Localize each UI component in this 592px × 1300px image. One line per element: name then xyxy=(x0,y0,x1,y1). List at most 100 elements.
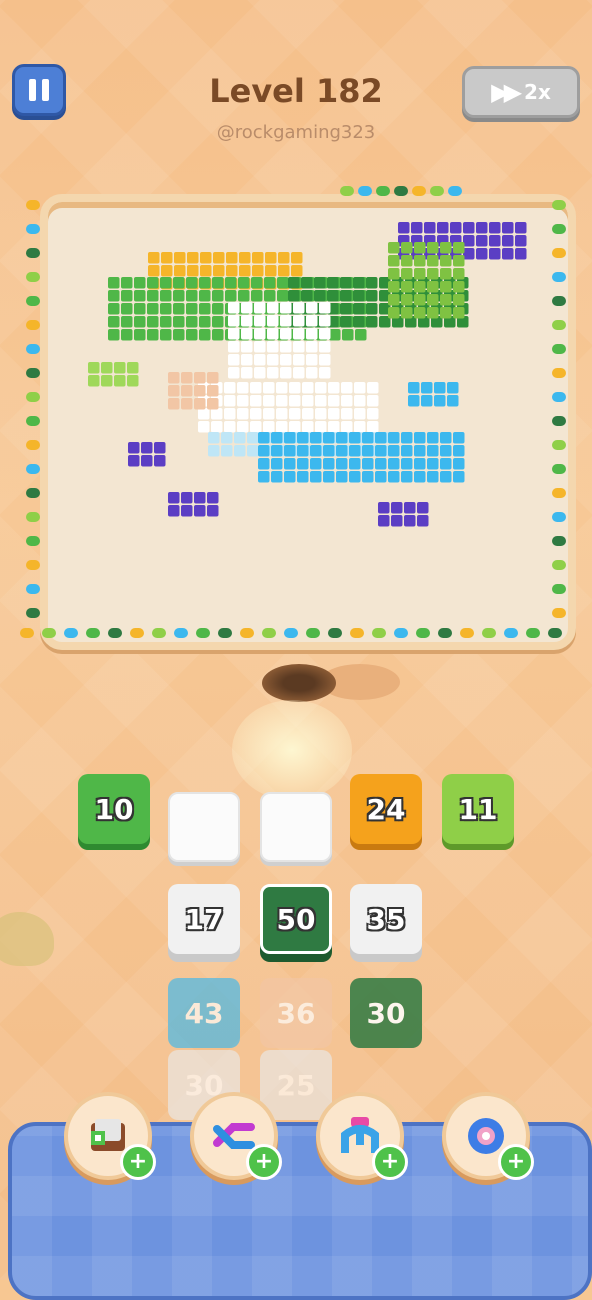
pixel-block xyxy=(354,395,366,407)
slot-1[interactable]: 10 xyxy=(78,774,150,844)
pixel-block xyxy=(306,367,318,379)
ant xyxy=(482,628,496,638)
pixel-block xyxy=(315,382,327,394)
pixel-block xyxy=(315,408,327,420)
pixel-block xyxy=(293,315,305,327)
stack-tile-25[interactable]: 25 xyxy=(260,1050,332,1120)
pixel-block xyxy=(154,442,166,454)
pixel-block xyxy=(267,367,279,379)
pixel-block xyxy=(238,277,250,289)
pixel-block xyxy=(289,395,301,407)
ant xyxy=(26,608,40,618)
pixel-block xyxy=(198,421,210,433)
pixel-block xyxy=(388,432,400,444)
pixel-block xyxy=(388,471,400,483)
pixel-block xyxy=(306,328,318,340)
pixel-block xyxy=(228,367,240,379)
ant xyxy=(552,440,566,450)
pixel-block xyxy=(293,302,305,314)
powerup-shuffle[interactable]: + xyxy=(190,1092,282,1180)
pixel-block xyxy=(225,290,237,302)
stack-tile-35[interactable]: 35 xyxy=(350,884,422,954)
pixel-block xyxy=(319,302,331,314)
pixel-block xyxy=(401,281,413,293)
pixel-block xyxy=(212,316,224,328)
pixel-block xyxy=(297,445,309,457)
pixel-block xyxy=(280,354,292,366)
pixel-block xyxy=(168,385,180,397)
stack-tile-30-green[interactable]: 30 xyxy=(350,978,422,1048)
pixel-block xyxy=(280,302,292,314)
slot-5[interactable]: 11 xyxy=(442,774,514,844)
slot-4[interactable]: 24 xyxy=(350,774,422,844)
pixel-block xyxy=(173,290,185,302)
pixel-block xyxy=(367,421,379,433)
pixel-block xyxy=(353,316,365,328)
ant xyxy=(328,628,342,638)
slot-3-empty[interactable] xyxy=(260,792,332,862)
pixel-block xyxy=(199,329,211,341)
powerup-add-slot[interactable]: + xyxy=(64,1092,156,1180)
pixel-block xyxy=(427,268,439,280)
pixel-block xyxy=(502,235,514,247)
speed-button[interactable]: ▶▶ 2x xyxy=(462,66,580,118)
pixel-block xyxy=(276,421,288,433)
pixel-block xyxy=(328,382,340,394)
pixel-block xyxy=(187,265,199,277)
pixel-block xyxy=(160,329,172,341)
ant xyxy=(218,628,232,638)
pixel-block xyxy=(414,307,426,319)
ant xyxy=(552,416,566,426)
pixel-block xyxy=(306,315,318,327)
slot-2-empty[interactable] xyxy=(168,792,240,862)
pixel-block xyxy=(341,395,353,407)
pixel-block xyxy=(401,294,413,306)
pixel-block xyxy=(212,303,224,315)
pixel-block xyxy=(127,375,139,387)
pixel-block xyxy=(515,235,527,247)
pixel-block xyxy=(340,290,352,302)
pixel-block xyxy=(388,307,400,319)
stack-tile-17[interactable]: 17 xyxy=(168,884,240,954)
ant xyxy=(552,512,566,522)
pixel-block xyxy=(101,375,113,387)
pixel-block xyxy=(224,395,236,407)
stack-tile-50[interactable]: 50 xyxy=(260,884,332,954)
pixel-block xyxy=(502,248,514,260)
pixel-block xyxy=(310,458,322,470)
pixel-block xyxy=(336,432,348,444)
ant xyxy=(26,512,40,522)
pixel-block xyxy=(366,277,378,289)
pixel-block xyxy=(238,290,250,302)
ant xyxy=(108,628,122,638)
pixel-block xyxy=(427,445,439,457)
pixel-block xyxy=(367,395,379,407)
pixel-block xyxy=(319,328,331,340)
pixel-block xyxy=(213,252,225,264)
pixel-block xyxy=(302,408,314,420)
pixel-block xyxy=(250,382,262,394)
pixel-block xyxy=(254,341,266,353)
pixel-block xyxy=(194,505,206,517)
pixel-block xyxy=(237,421,249,433)
pixel-block xyxy=(181,372,193,384)
ant xyxy=(460,628,474,638)
pixel-block xyxy=(362,458,374,470)
pixel-block xyxy=(434,395,446,407)
ant xyxy=(552,368,566,378)
ant xyxy=(552,536,566,546)
stack-tile-43[interactable]: 43 xyxy=(168,978,240,1048)
pixel-block xyxy=(168,492,180,504)
ant xyxy=(26,368,40,378)
pixel-block xyxy=(174,252,186,264)
powerup-magnet[interactable]: + xyxy=(316,1092,408,1180)
powerup-freeze[interactable]: + xyxy=(442,1092,534,1180)
pixel-block xyxy=(134,290,146,302)
stack-tile-36[interactable]: 36 xyxy=(260,978,332,1048)
pixel-block xyxy=(310,445,322,457)
pixel-block xyxy=(228,302,240,314)
pixel-block xyxy=(147,277,159,289)
pixel-block xyxy=(271,445,283,457)
pixel-block xyxy=(427,307,439,319)
puzzle-board xyxy=(40,194,576,650)
